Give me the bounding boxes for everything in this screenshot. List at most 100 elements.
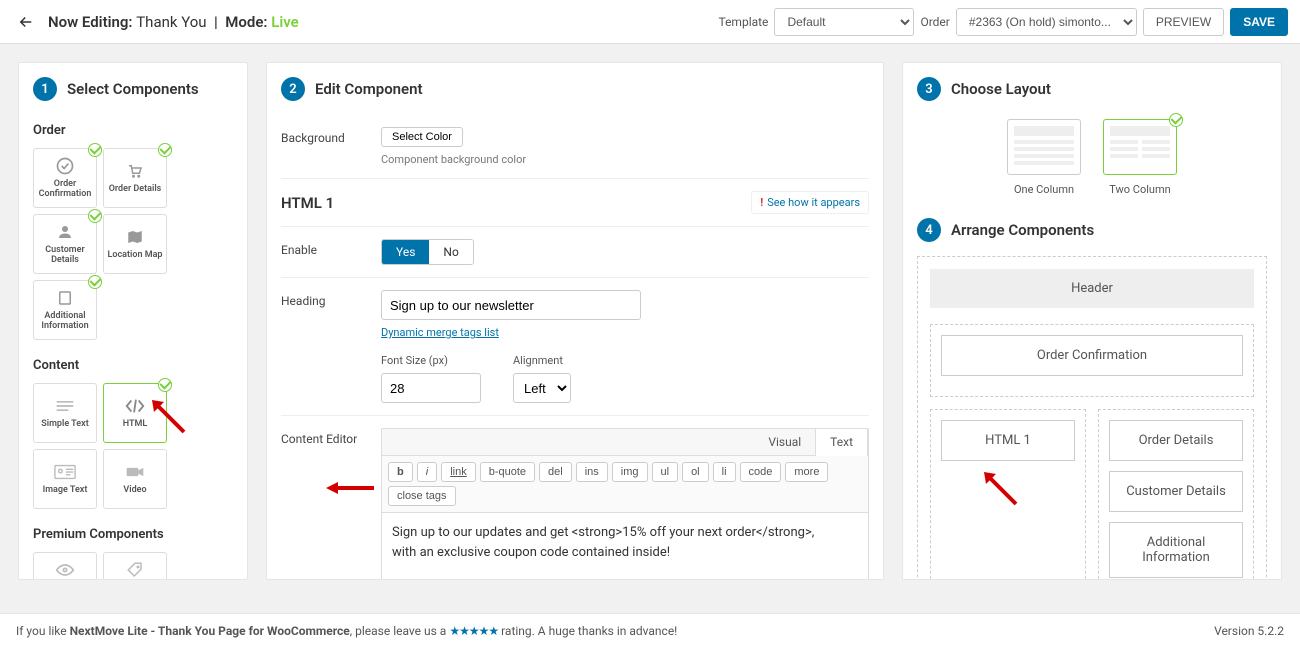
order-label: Order bbox=[920, 15, 949, 29]
step-title-1: Select Components bbox=[67, 80, 199, 98]
heading-label: Heading bbox=[281, 290, 381, 308]
footer: If you like NextMove Lite - Thank You Pa… bbox=[0, 613, 1300, 648]
text-icon bbox=[54, 397, 76, 415]
section-order-label: Order bbox=[33, 123, 233, 138]
enable-toggle: Yes No bbox=[381, 239, 474, 265]
check-icon bbox=[158, 143, 172, 157]
arrow-left-icon bbox=[17, 13, 35, 31]
order-select[interactable]: #2363 (On hold) simonto... bbox=[956, 8, 1137, 36]
arrange-order-details[interactable]: Order Details bbox=[1109, 420, 1243, 461]
editor-toolbar: b i link b-quote del ins img ul ol li co… bbox=[382, 456, 868, 513]
template-label: Template bbox=[718, 15, 768, 29]
step-badge-2: 2 bbox=[281, 77, 305, 101]
section-premium-label: Premium Components bbox=[33, 527, 233, 542]
layout-one-column[interactable]: One Column bbox=[1007, 119, 1081, 196]
circle-check-icon bbox=[54, 157, 76, 175]
template-select[interactable]: Default bbox=[774, 8, 914, 36]
alert-icon: ! bbox=[760, 196, 763, 209]
comp-simple-text[interactable]: Simple Text bbox=[33, 383, 97, 443]
arrange-right-column: Order Details Customer Details Additiona… bbox=[1098, 409, 1254, 580]
comp-video[interactable]: Video bbox=[103, 449, 167, 509]
select-components-panel: 1 Select Components Order Order Confirma… bbox=[18, 62, 248, 580]
layout-panel: 3 Choose Layout One Column bbox=[902, 62, 1282, 580]
step-title-4: Arrange Components bbox=[951, 221, 1094, 239]
font-size-label: Font Size (px) bbox=[381, 354, 481, 367]
step-badge-4: 4 bbox=[917, 218, 941, 242]
tb-italic[interactable]: i bbox=[417, 462, 437, 482]
arrange-html1[interactable]: HTML 1 bbox=[941, 420, 1075, 461]
editor-tab-text[interactable]: Text bbox=[815, 429, 868, 456]
comp-html[interactable]: HTML bbox=[103, 383, 167, 443]
tb-bquote[interactable]: b-quote bbox=[480, 462, 535, 482]
step-title-3: Choose Layout bbox=[951, 80, 1051, 98]
arrange-header-block[interactable]: Header bbox=[930, 269, 1254, 308]
check-icon bbox=[88, 143, 102, 157]
enable-no[interactable]: No bbox=[429, 240, 472, 264]
comp-customer-details[interactable]: Customer Details bbox=[33, 214, 97, 274]
tb-more[interactable]: more bbox=[785, 462, 828, 482]
arrange-area: Header Order Confirmation HTML 1 Order D… bbox=[917, 256, 1267, 580]
cart-icon bbox=[124, 162, 146, 180]
tb-link[interactable]: link bbox=[441, 462, 476, 482]
edit-component-panel: 2 Edit Component Background Select Color… bbox=[266, 62, 884, 580]
two-column-thumb-icon bbox=[1103, 119, 1177, 175]
see-how-link[interactable]: ! See how it appears bbox=[751, 191, 869, 214]
tb-bold[interactable]: b bbox=[388, 462, 413, 482]
background-label: Background bbox=[281, 127, 381, 145]
comp-order-confirmation[interactable]: Order Confirmation bbox=[33, 148, 97, 208]
editor-textarea[interactable]: Sign up to our updates and get <strong>1… bbox=[382, 513, 868, 580]
alignment-select[interactable]: Left bbox=[513, 373, 571, 403]
merge-tags-link[interactable]: Dynamic merge tags list bbox=[381, 326, 499, 339]
heading-input[interactable] bbox=[381, 290, 641, 320]
check-icon bbox=[1169, 113, 1183, 127]
tb-img[interactable]: img bbox=[612, 462, 648, 482]
page-title: Now Editing: Thank You | Mode: Live bbox=[48, 13, 299, 31]
component-heading: HTML 1 bbox=[281, 194, 334, 212]
arrange-left-column: HTML 1 bbox=[930, 409, 1086, 580]
editor-tab-visual[interactable]: Visual bbox=[754, 429, 815, 455]
user-icon bbox=[54, 223, 76, 241]
comp-location-map[interactable]: Location Map bbox=[103, 214, 167, 274]
comp-additional-info[interactable]: Additional Information bbox=[33, 280, 97, 340]
tb-code[interactable]: code bbox=[740, 462, 782, 482]
tb-ol[interactable]: ol bbox=[682, 462, 709, 482]
step-badge-3: 3 bbox=[917, 77, 941, 101]
arrange-customer-details[interactable]: Customer Details bbox=[1109, 471, 1243, 512]
rating-link[interactable]: ★★★★★ bbox=[449, 624, 498, 638]
arrange-order-confirmation[interactable]: Order Confirmation bbox=[941, 335, 1243, 376]
font-size-input[interactable] bbox=[381, 373, 481, 403]
comp-order-details[interactable]: Order Details bbox=[103, 148, 167, 208]
check-icon bbox=[88, 275, 102, 289]
comp-recently-viewed[interactable]: Recently Viewed bbox=[33, 552, 97, 580]
background-hint: Component background color bbox=[381, 153, 869, 166]
comp-dynamic-coupons[interactable]: Dynamic Coupons bbox=[103, 552, 167, 580]
tb-li[interactable]: li bbox=[713, 462, 736, 482]
step-title-2: Edit Component bbox=[315, 80, 423, 98]
map-icon bbox=[124, 228, 146, 246]
note-icon bbox=[54, 289, 76, 307]
check-icon bbox=[88, 209, 102, 223]
enable-yes[interactable]: Yes bbox=[382, 240, 429, 264]
comp-image-text[interactable]: Image Text bbox=[33, 449, 97, 509]
product-name: NextMove Lite - Thank You Page for WooCo… bbox=[70, 624, 350, 638]
tb-ul[interactable]: ul bbox=[652, 462, 679, 482]
enable-label: Enable bbox=[281, 239, 381, 257]
section-content-label: Content bbox=[33, 358, 233, 373]
version-text: Version 5.2.2 bbox=[1214, 624, 1284, 638]
tag-icon bbox=[124, 561, 146, 579]
select-color-button[interactable]: Select Color bbox=[381, 127, 463, 147]
id-card-icon bbox=[54, 463, 76, 481]
arrange-additional-info[interactable]: Additional Information bbox=[1109, 522, 1243, 578]
check-icon bbox=[158, 378, 172, 392]
back-button[interactable] bbox=[12, 8, 40, 36]
video-icon bbox=[124, 463, 146, 481]
save-button[interactable]: SAVE bbox=[1230, 8, 1288, 36]
preview-button[interactable]: PREVIEW bbox=[1143, 8, 1224, 36]
one-column-thumb-icon bbox=[1007, 119, 1081, 175]
tb-del[interactable]: del bbox=[539, 462, 572, 482]
step-badge-1: 1 bbox=[33, 77, 57, 101]
tb-ins[interactable]: ins bbox=[576, 462, 608, 482]
html-icon bbox=[124, 397, 146, 415]
tb-close[interactable]: close tags bbox=[388, 486, 456, 506]
layout-two-column[interactable]: Two Column bbox=[1103, 119, 1177, 196]
